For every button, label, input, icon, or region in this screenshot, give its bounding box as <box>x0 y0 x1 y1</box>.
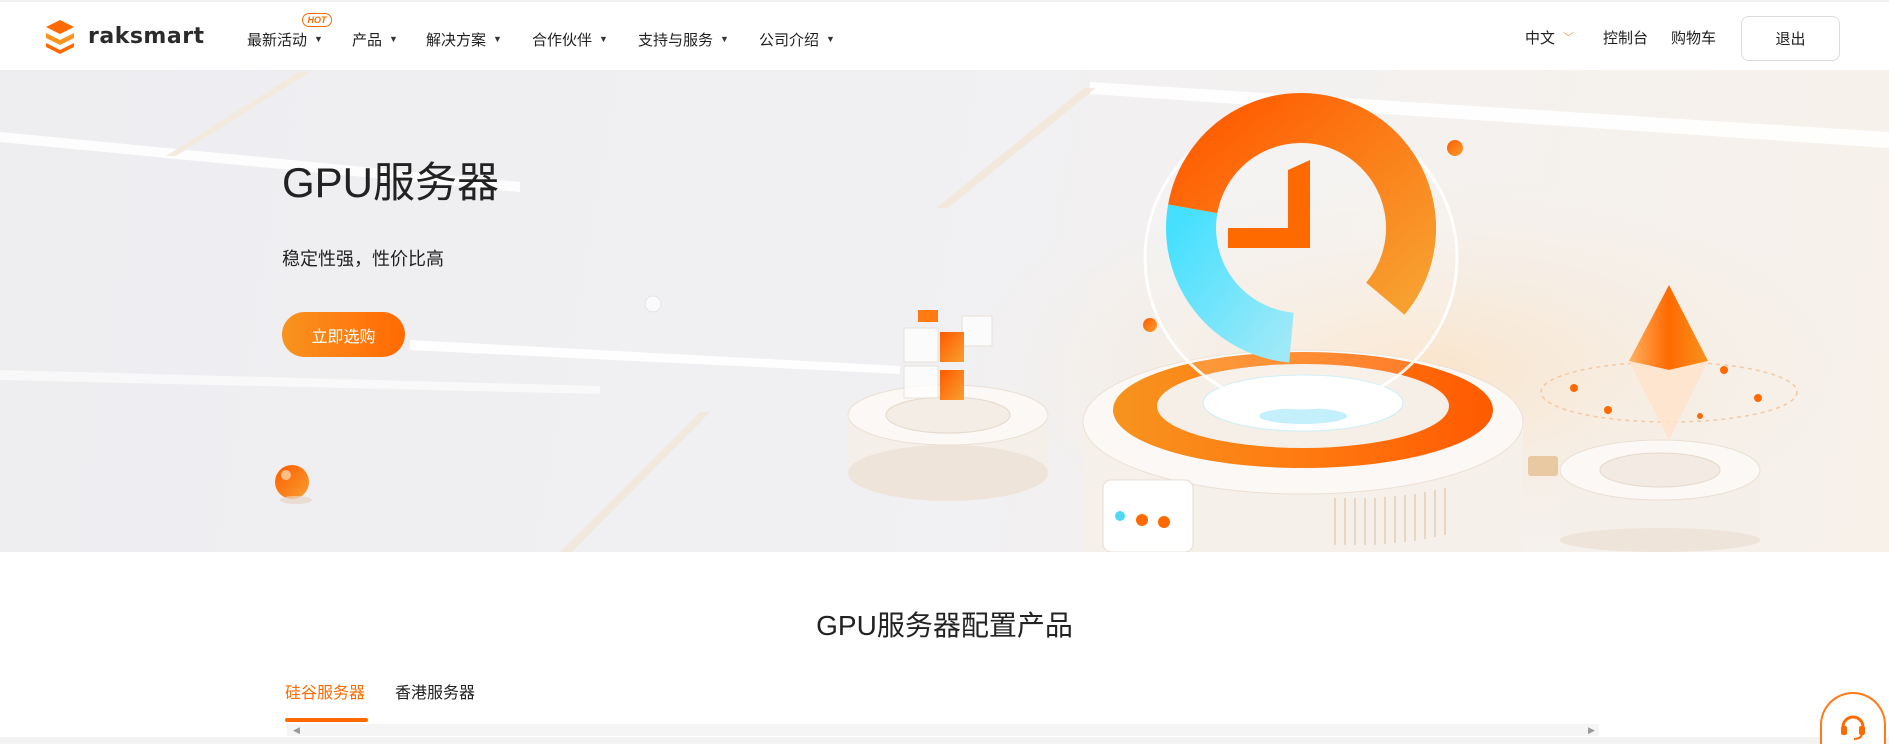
cart-link[interactable]: 购物车 <box>1671 28 1716 50</box>
right-pedestal-inner <box>1599 452 1721 488</box>
hero-subtitle: 稳定性强，性价比高 <box>282 249 444 269</box>
connector <box>1528 456 1558 476</box>
tab-silicon-valley[interactable]: 硅谷服务器 <box>285 684 365 703</box>
left-pedestal-bottom <box>848 445 1048 501</box>
tab-hong-kong[interactable]: 香港服务器 <box>395 684 475 703</box>
ball-highlight <box>281 470 291 480</box>
orange-cube <box>918 310 938 322</box>
logo-text: raksmart <box>88 23 205 49</box>
section-title: GPU服务器配置产品 <box>816 610 1073 641</box>
hero-title: GPU服务器 <box>282 159 500 206</box>
nav-item-label: 最新活动 <box>247 31 308 49</box>
status-light-cyan <box>1115 511 1125 521</box>
orange-ball <box>275 465 309 499</box>
orbit-dot <box>1570 384 1578 392</box>
left-pedestal-inner <box>885 396 1011 434</box>
table-scrollbar[interactable] <box>287 724 1599 736</box>
glass-bead <box>644 295 662 313</box>
disc-glow <box>1259 408 1347 424</box>
caret-down-icon: ▼ <box>389 34 398 44</box>
hot-badge: HOT <box>302 13 332 27</box>
top-navbar: raksmart 最新活动 ▼ HOT 产品 ▼ 解决方案 ▼ 合作伙伴 ▼ 支… <box>0 0 1889 70</box>
nav-item-solutions[interactable]: 解决方案 ▼ <box>426 28 502 50</box>
caret-down-icon: ▼ <box>493 34 502 44</box>
nav-item-partners[interactable]: 合作伙伴 ▼ <box>532 28 608 50</box>
hero-banner: GPU服务器 稳定性强，性价比高 立即选购 <box>0 70 1889 552</box>
buy-now-button[interactable]: 立即选购 <box>282 312 405 357</box>
nav-item-label: 支持与服务 <box>638 31 714 49</box>
caret-down-icon: ▼ <box>826 34 835 44</box>
status-light-orange <box>1136 514 1148 526</box>
content-divider <box>0 737 1889 744</box>
headset-icon <box>1841 715 1865 740</box>
glass-cube <box>961 315 993 347</box>
nav-item-support[interactable]: 支持与服务 ▼ <box>638 28 729 50</box>
logo[interactable]: raksmart <box>40 16 205 56</box>
nav-item-products[interactable]: 产品 ▼ <box>352 28 398 50</box>
nav-item-about[interactable]: 公司介绍 ▼ <box>759 28 835 50</box>
right-pedestal-bottom <box>1560 528 1760 552</box>
support-chat-button[interactable] <box>1820 692 1886 744</box>
orange-cube <box>940 332 964 362</box>
arrow-right-icon[interactable]: ▶ <box>1588 725 1595 735</box>
nav-item-label: 产品 <box>352 31 383 49</box>
orbit-dot <box>1447 140 1463 156</box>
active-tab-indicator <box>285 718 368 722</box>
logout-button[interactable]: 退出 <box>1741 16 1840 61</box>
status-light-orange <box>1158 516 1170 528</box>
orange-cube <box>940 370 964 400</box>
caret-down-icon: ▼ <box>720 34 729 44</box>
floor-line <box>936 88 1096 208</box>
nav-item-label: 公司介绍 <box>759 31 820 49</box>
arrow-left-icon[interactable]: ◀ <box>293 725 300 735</box>
floor-line <box>166 72 310 156</box>
nav-item-label: 解决方案 <box>426 31 487 49</box>
caret-down-icon: ▼ <box>599 34 608 44</box>
ball-shadow <box>280 496 312 504</box>
hero-illustration <box>0 72 1889 552</box>
glass-cube <box>903 327 939 363</box>
floor-line <box>560 412 710 552</box>
raksmart-logo-icon <box>46 20 74 54</box>
glass-cube <box>903 365 939 399</box>
chevron-down-icon: ﹀ <box>1563 32 1574 44</box>
nav-item-label: 合作伙伴 <box>532 31 593 49</box>
console-link[interactable]: 控制台 <box>1603 28 1648 50</box>
orbit-dot <box>1754 394 1762 402</box>
orbit-dot <box>1720 366 1728 374</box>
orbit-dot <box>1604 406 1612 414</box>
nav-item-latest-events[interactable]: 最新活动 ▼ <box>247 28 323 50</box>
orbit-dot <box>1143 318 1157 332</box>
floor-line <box>0 370 600 394</box>
language-selector[interactable]: 中文 <box>1525 28 1555 50</box>
caret-down-icon: ▼ <box>314 34 323 44</box>
floor-line <box>410 340 900 374</box>
orbit-dot <box>1697 413 1703 419</box>
